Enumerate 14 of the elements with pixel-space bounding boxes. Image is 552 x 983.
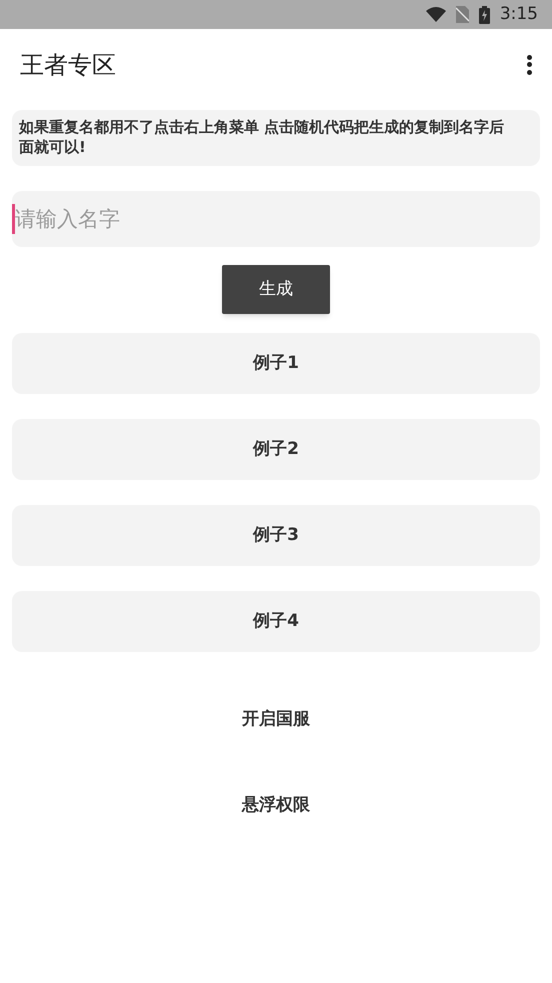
text-button[interactable]: 悬浮权限 [234,789,318,823]
example-button[interactable]: 例子2 [12,419,540,480]
text-button[interactable]: 开启国服 [234,703,318,737]
name-input-field[interactable]: 请输入名字 [12,191,540,247]
app-title: 王者专区 [20,50,116,80]
example-button[interactable]: 例子1 [12,333,540,394]
battery-charging-icon [478,6,490,24]
example-button[interactable]: 例子4 [12,591,540,652]
generate-button[interactable]: 生成 [222,265,330,314]
status-time: 3:15 [500,2,538,26]
example-button[interactable]: 例子3 [12,505,540,566]
notice-text: 如果重复名都用不了点击右上角菜单 点击随机代码把生成的复制到名字后面就可以! [12,110,540,166]
no-sim-icon [456,6,469,23]
wifi-icon [426,7,446,22]
